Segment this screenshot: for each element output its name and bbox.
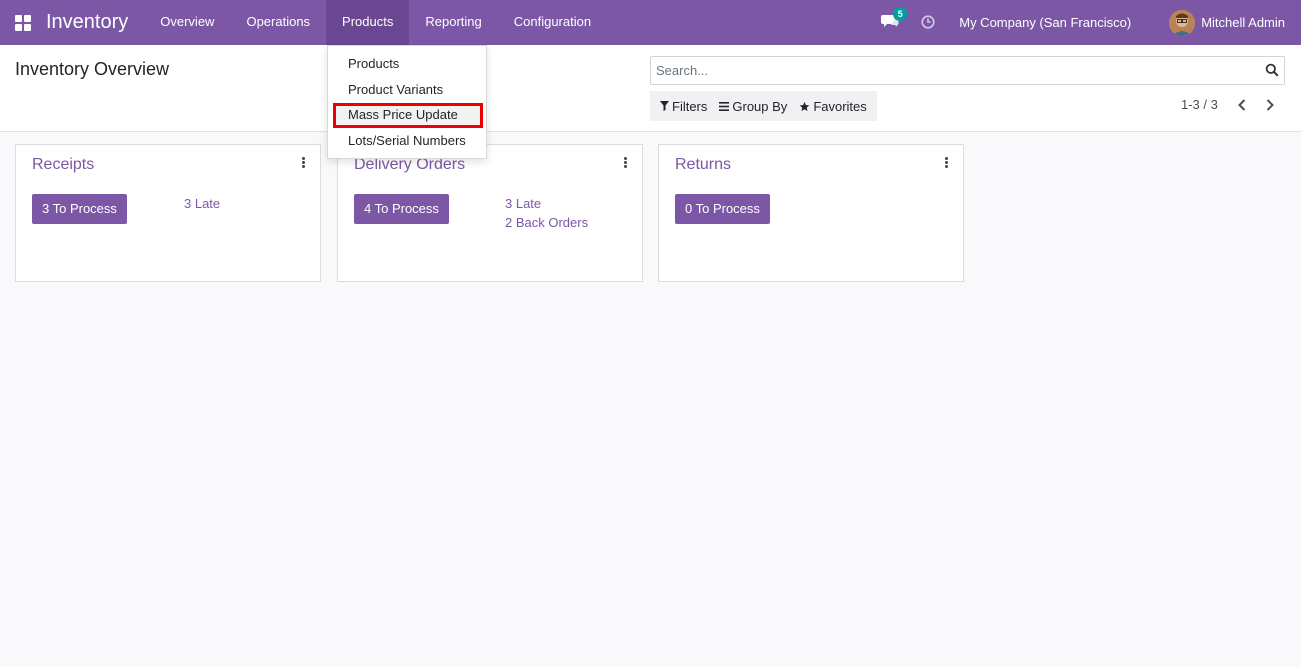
kebab-menu-icon[interactable] (945, 157, 949, 169)
star-icon (800, 101, 810, 111)
card-title[interactable]: Receipts (32, 156, 94, 174)
menu-configuration[interactable]: Configuration (498, 0, 607, 45)
clock-icon (921, 14, 935, 29)
search-input[interactable] (651, 57, 1251, 84)
company-switcher[interactable]: My Company (San Francisco) (959, 15, 1131, 30)
chevron-right-icon[interactable] (1264, 97, 1276, 113)
menu-reporting[interactable]: Reporting (409, 0, 497, 45)
list-icon (719, 101, 730, 111)
navbar-right: 5 My Company (San Francisco) Mitchell Ad… (881, 0, 1301, 45)
search-box (650, 56, 1285, 85)
to-process-button[interactable]: 4 To Process (354, 194, 449, 224)
dropdown-item-mass-price-update[interactable]: Mass Price Update (328, 103, 486, 127)
user-menu[interactable]: Mitchell Admin (1201, 15, 1285, 30)
products-dropdown-menu: Products Product Variants Mass Price Upd… (327, 45, 487, 159)
kebab-menu-icon[interactable] (624, 157, 628, 169)
search-options-bar: Filters Group By Favorites (650, 91, 877, 121)
favorites-button[interactable]: Favorites (793, 91, 872, 121)
activity-button[interactable] (921, 14, 937, 31)
control-panel: Inventory Overview Filters Group By (0, 45, 1301, 132)
apps-menu-icon[interactable] (0, 0, 46, 45)
filters-label: Filters (672, 98, 708, 114)
menu-products[interactable]: Products (326, 0, 410, 45)
chat-button[interactable]: 5 (881, 6, 908, 33)
filter-icon (660, 101, 669, 111)
kebab-menu-icon[interactable] (302, 157, 306, 169)
user-avatar[interactable] (1169, 9, 1196, 36)
late-link[interactable]: 3 Late (505, 196, 541, 211)
chat-count-badge: 5 (893, 6, 908, 21)
search-icon[interactable] (1265, 63, 1279, 77)
menu-operations[interactable]: Operations (230, 0, 326, 45)
pager-value[interactable]: 1-3 / 3 (1181, 97, 1218, 112)
late-link[interactable]: 3 Late (184, 196, 220, 211)
dropdown-item-lots-serial-numbers[interactable]: Lots/Serial Numbers (328, 129, 486, 153)
dropdown-item-product-variants[interactable]: Product Variants (328, 78, 486, 102)
favorites-label: Favorites (813, 98, 867, 114)
top-navbar: Inventory Overview Operations Products R… (0, 0, 1301, 45)
card-title[interactable]: Returns (675, 156, 731, 174)
chevron-left-icon[interactable] (1236, 97, 1248, 113)
app-brand[interactable]: Inventory (46, 0, 144, 45)
dropdown-item-products[interactable]: Products (328, 52, 486, 76)
filters-button[interactable]: Filters (654, 91, 713, 121)
groupby-label: Group By (732, 98, 788, 114)
menu-overview[interactable]: Overview (144, 0, 230, 45)
card-returns: Returns 0 To Process (658, 144, 964, 282)
page-title: Inventory Overview (15, 59, 170, 79)
groupby-button[interactable]: Group By (713, 91, 793, 121)
back-orders-link[interactable]: 2 Back Orders (505, 215, 588, 230)
to-process-button[interactable]: 3 To Process (32, 194, 127, 224)
card-receipts: Receipts 3 To Process 3 Late (15, 144, 321, 282)
to-process-button[interactable]: 0 To Process (675, 194, 770, 224)
card-delivery-orders: Delivery Orders 4 To Process 3 Late 2 Ba… (337, 144, 643, 282)
